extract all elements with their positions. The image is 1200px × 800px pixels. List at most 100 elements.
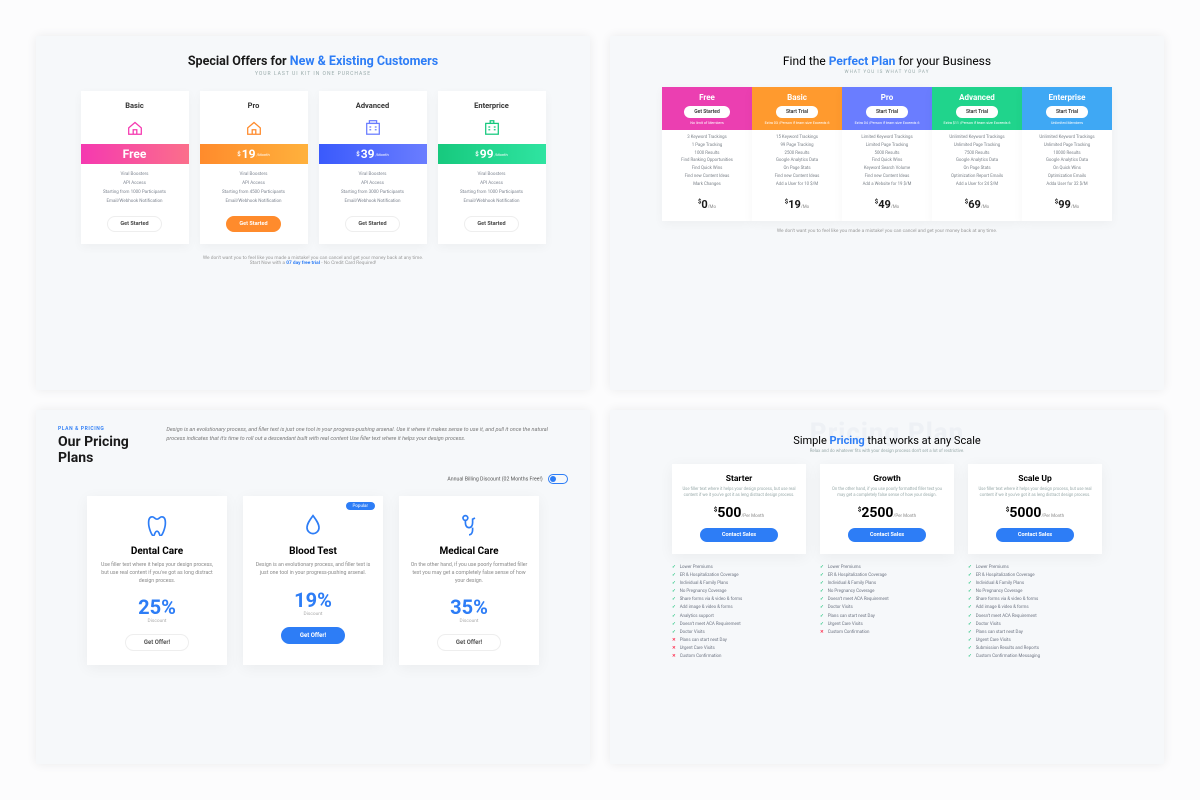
tier-price: $2500/Per Month [830,505,944,521]
plan-name: Enterprise [1022,93,1112,102]
feature-item: Analytics support [672,613,806,621]
offer-card-medical-care: Medical Care On the other hand, if you u… [399,496,539,665]
feature-item: Individual & Family Plans [820,580,954,588]
plan-feature: Email/Webhook Notification [200,199,308,204]
contact-sales-button[interactable]: Contact Sales [848,528,926,542]
plan-feature: Viral Boosters [81,172,189,177]
panel-a-footnote: We don't want you to feel like you made … [58,256,568,266]
get-offer-button[interactable]: Get Offer! [125,634,189,651]
billing-toggle-row: Annual Billing Discount (02 Months Free!… [58,474,568,484]
start-trial-button[interactable]: Start Trial [956,106,998,118]
plan-feature: API Access [200,181,308,186]
plan-card-basic: Basic FreeViral BoostersAPI AccessStarti… [81,91,189,244]
plan-price: $99/Mo [1022,192,1112,221]
plan-card-pro: Pro Start Trial Extra 04 /Person if team… [842,87,932,221]
feature-item: ER & Hospitalization Coverage [672,572,806,580]
feature-list: Lower PremiumsER & Hospitalization Cover… [820,564,954,662]
plan-name: Basic [81,101,189,110]
plan-feature: Email/Webhook Notification [81,199,189,204]
start-trial-button[interactable]: Start Trial [776,106,818,118]
feature-list: Lower PremiumsER & Hospitalization Cover… [968,564,1102,662]
discount-label: Discount [253,612,373,617]
feature-item: ER & Hospitalization Coverage [820,572,954,580]
discount-percent: 19% [253,588,373,612]
contact-sales-button[interactable]: Contact Sales [700,528,778,542]
discount-label: Discount [97,619,217,624]
tier-name: Starter [682,474,796,484]
plan-name: Advanced [932,93,1022,102]
plan-feature: Viral Boosters [200,172,308,177]
plan-features: Unlimited Keyword TrackingsUnlimited Pag… [932,130,1022,192]
get-started-button[interactable]: Get Started [345,216,399,232]
plan-card-advanced: Advanced Start Trial Extra $11 /Person i… [932,87,1022,221]
panel-c-title: Our Pricing Plans [58,434,146,466]
tier-card-starter: Starter Use filler text where it helps y… [672,464,806,554]
plan-header: Enterprise Start Trial Unlimited Members [1022,87,1112,130]
plan-price: $69/Mo [932,192,1022,221]
plan-feature: Starting from 4500 Participants [200,190,308,195]
plan-note: No limit of Members [662,121,752,126]
start-trial-button[interactable]: Get Started [684,106,730,118]
pricing-panel-c: PLAN & PRICING Our Pricing Plans Design … [36,410,590,764]
house-icon [483,118,501,136]
offer-desc: Use filler text where it helps your desi… [97,562,217,585]
plan-feature: Viral Boosters [319,172,427,177]
feature-item: Lower Premiums [820,564,954,572]
price-band: $39/Month [319,144,427,164]
plan-feature: API Access [438,181,546,186]
pricing-panel-d: Pricing Plan Simple Pricing that works a… [610,410,1164,764]
panel-b-title: Find the Perfect Plan for your Business [632,54,1142,68]
feature-item: No Pregnancy Coverage [968,588,1102,596]
droplet-icon [253,512,373,540]
pricing-panel-b: Find the Perfect Plan for your Business … [610,36,1164,390]
feature-item: Doctor Visits [968,621,1102,629]
feature-item: Custom Confirmation [672,653,806,661]
pricing-panel-a: Special Offers for New & Existing Custom… [36,36,590,390]
house-icon [126,118,144,136]
get-offer-button[interactable]: Get Offer! [281,627,345,644]
feature-item: Individual & Family Plans [672,580,806,588]
get-offer-button[interactable]: Get Offer! [437,634,501,651]
plan-header: Basic Start Trial Extra 03 /Person if te… [752,87,842,130]
tier-name: Scale Up [978,474,1092,484]
plan-note: Extra 03 /Person if team size Exceeds 6 [752,121,842,126]
start-trial-button[interactable]: Start Trial [1046,106,1088,118]
feature-item: Add image & video & forms [968,604,1102,612]
plan-header: Pro Start Trial Extra 04 /Person if team… [842,87,932,130]
feature-item: Plans can start next Day [968,629,1102,637]
feature-item: Doesn't meet ACA Requirement [820,596,954,604]
discount-label: Discount [409,619,529,624]
start-trial-button[interactable]: Start Trial [866,106,908,118]
billing-toggle[interactable] [548,474,568,484]
plan-note: Unlimited Members [1022,121,1112,126]
tier-price: $5000/Per Month [978,505,1092,521]
plan-name: Pro [200,101,308,110]
plan-features: Unlimited Keyword TrackingsUnlimited Pag… [1022,130,1112,192]
stethoscope-icon [409,512,529,540]
feature-item: Urgent Care Visits [820,621,954,629]
offer-desc: On the other hand, if you use poorly for… [409,562,529,585]
house-icon [364,118,382,136]
plan-features: 15 Keyword Trackings99 Page Tracking2500… [752,130,842,192]
plan-card-free: Free Get Started No limit of Members 3 K… [662,87,752,221]
tier-card-growth: Growth On the other hand, if you use poo… [820,464,954,554]
offer-desc: Design is an evolutionary process, and f… [253,562,373,578]
feature-item: Share forms via & video & forms [968,596,1102,604]
plan-card-enterprice: Enterprice $99/MonthViral BoostersAPI Ac… [438,91,546,244]
contact-sales-button[interactable]: Contact Sales [996,528,1074,542]
get-started-button[interactable]: Get Started [464,216,518,232]
feature-item: Custom Confirmation [820,629,954,637]
tier-name: Growth [830,474,944,484]
discount-percent: 35% [409,595,529,619]
plan-features: 3 Keyword Trackings1 Page Tracking1000 R… [662,130,752,192]
plan-feature: Email/Webhook Notification [319,199,427,204]
plan-price: $19/Mo [752,192,842,221]
plan-feature: Email/Webhook Notification [438,199,546,204]
get-started-button[interactable]: Get Started [226,216,280,232]
plan-name: Pro [842,93,932,102]
get-started-button[interactable]: Get Started [107,216,161,232]
panel-c-eyebrow: PLAN & PRICING [58,426,146,432]
panel-a-subtitle: YOUR LAST UI KIT IN ONE PURCHASE [58,71,568,77]
feature-item: Submission Results and Reports [968,645,1102,653]
plan-name: Advanced [319,101,427,110]
